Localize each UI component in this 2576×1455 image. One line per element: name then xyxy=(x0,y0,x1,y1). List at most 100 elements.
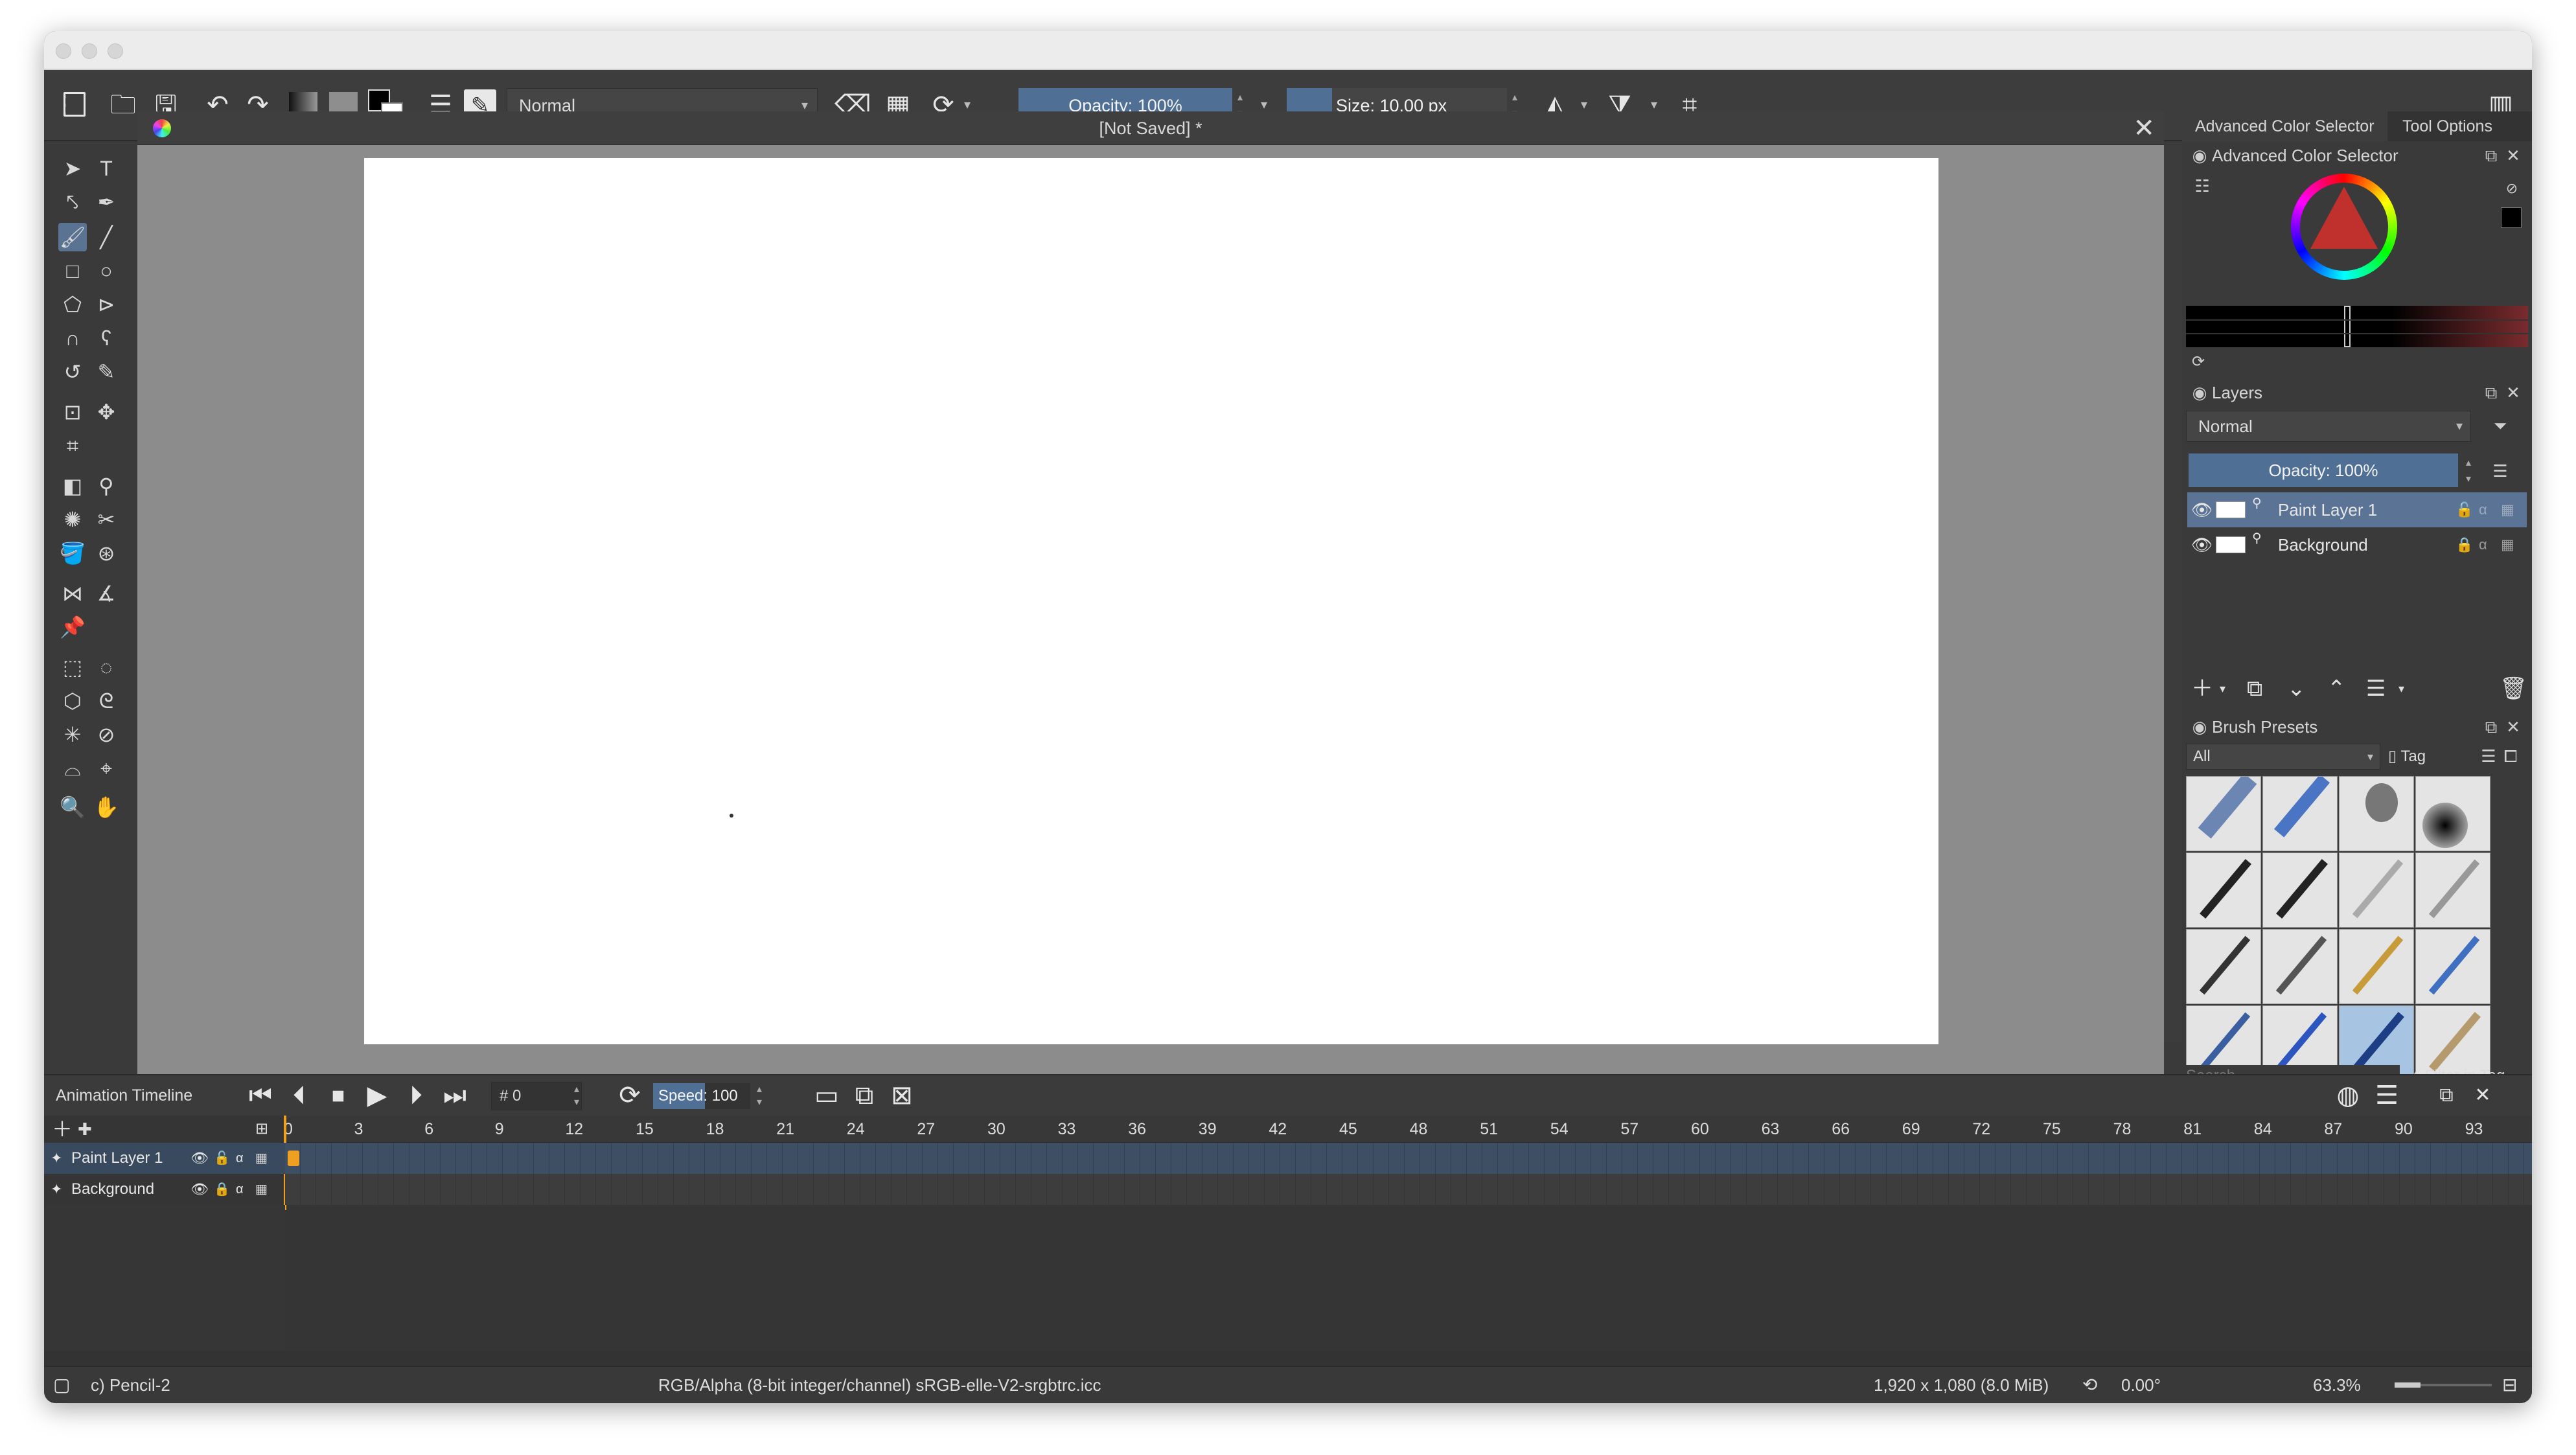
timeline-settings-icon[interactable]: ☰ xyxy=(2369,1077,2405,1114)
canvas-vertical-scrollbar[interactable] xyxy=(2164,145,2182,1042)
pan-tool-icon[interactable]: ✋ xyxy=(92,793,121,821)
duplicate-frame-icon[interactable]: ⧉ xyxy=(846,1077,882,1114)
polygonal-selection-icon[interactable]: ⬡ xyxy=(58,687,87,715)
timeline-horizontal-scrollbar[interactable] xyxy=(44,1351,2532,1367)
add-layer-icon[interactable]: ＋ xyxy=(52,1116,73,1143)
close-document-icon[interactable]: ✕ xyxy=(2133,111,2155,145)
minimize-window-button[interactable] xyxy=(82,43,97,59)
keyframe[interactable] xyxy=(288,1151,299,1166)
text-tool-icon[interactable]: T xyxy=(92,154,121,183)
lock-icon[interactable]: 🔒 xyxy=(214,1174,230,1205)
similar-color-selection-icon[interactable]: ⊘ xyxy=(92,720,121,749)
alpha-lock-icon[interactable]: ▦ xyxy=(255,1174,268,1205)
brush-preset-soft[interactable] xyxy=(2339,776,2414,851)
timeline-row-background[interactable]: ✦ Background 👁 🔒 α ▦ xyxy=(44,1174,285,1205)
select-shapes-icon[interactable]: ➤ xyxy=(58,154,87,183)
filter-icon[interactable]: ⏷ xyxy=(2490,416,2510,435)
assistant-tool-icon[interactable]: ⋈ xyxy=(58,579,87,608)
brush-preset-marker-1[interactable] xyxy=(2186,929,2261,1004)
layer-blend-mode-dropdown[interactable]: Normal ▾ xyxy=(2186,411,2471,442)
brush-preset-eraser[interactable] xyxy=(2186,776,2261,851)
drawing-canvas[interactable] xyxy=(364,158,1938,1044)
frame-number-field[interactable]: # 0 xyxy=(491,1082,582,1110)
refresh-icon[interactable]: ⟳ xyxy=(2189,352,2208,372)
layer-item-paint-layer-1[interactable]: 👁 ⚲ Paint Layer 1 🔓 α ▦ xyxy=(2187,492,2527,527)
layer-item-background[interactable]: 👁 ⚲ Background 🔒 α ▦ xyxy=(2187,527,2527,562)
document-tab[interactable]: [Not Saved] * ✕ xyxy=(137,111,2164,145)
brush-preset-pen-2[interactable] xyxy=(2262,853,2338,928)
new-document-icon[interactable] xyxy=(63,92,86,117)
fill-tool-icon[interactable]: 🪣 xyxy=(58,539,87,567)
duplicate-layer-icon[interactable]: ⧉ xyxy=(2247,672,2262,705)
brush-preset-ink[interactable] xyxy=(2415,776,2490,851)
view-options-icon[interactable]: ☰ xyxy=(2479,746,2498,766)
dynamic-brush-icon[interactable]: ↺ xyxy=(58,358,87,386)
rotation-icon[interactable]: ⟲ xyxy=(2082,1367,2097,1403)
open-folder-icon[interactable]: 🗀 xyxy=(105,87,141,123)
alpha-inherit-icon[interactable]: α xyxy=(2479,527,2487,562)
float-panel-icon[interactable]: ⧉ xyxy=(2428,1077,2465,1114)
remove-frame-icon[interactable]: ⊠ xyxy=(884,1077,920,1114)
panel-lock-icon[interactable]: ◉ xyxy=(2190,146,2209,165)
drop-frames-icon[interactable]: ⟳ xyxy=(612,1077,648,1114)
alpha-lock-icon[interactable]: ▦ xyxy=(255,1143,268,1174)
crop-tool-icon[interactable]: ⌗ xyxy=(58,431,87,460)
chevron-down-icon[interactable]: ▾ xyxy=(2220,672,2225,705)
rectangle-tool-icon[interactable]: □ xyxy=(58,257,87,285)
zoom-tool-icon[interactable]: 🔍 xyxy=(58,793,87,821)
current-color-swatch[interactable] xyxy=(2501,207,2522,228)
color-shade-bar[interactable] xyxy=(2186,306,2528,347)
freehand-selection-icon[interactable]: ᘓ xyxy=(92,687,121,715)
color-picker-icon[interactable]: ⚲ xyxy=(92,472,121,500)
tab-tool-options[interactable]: Tool Options xyxy=(2389,111,2505,141)
polygon-tool-icon[interactable]: ⬠ xyxy=(58,290,87,319)
visibility-eye-icon[interactable]: 👁 xyxy=(2191,492,2213,527)
panel-lock-icon[interactable]: ◉ xyxy=(2190,717,2209,737)
line-tool-icon[interactable]: ╱ xyxy=(92,223,121,251)
add-frame-icon[interactable]: ▭ xyxy=(809,1077,845,1114)
elliptical-selection-icon[interactable]: ◌ xyxy=(92,653,121,682)
playback-speed-field[interactable]: Speed: 100 % xyxy=(653,1083,750,1130)
alpha-inherit-icon[interactable]: α xyxy=(236,1143,244,1174)
panel-lock-icon[interactable]: ◉ xyxy=(2190,383,2209,402)
close-panel-icon[interactable]: ✕ xyxy=(2465,1077,2501,1114)
brush-tag-filter-dropdown[interactable]: All ▾ xyxy=(2186,744,2380,770)
move-tool-icon[interactable]: ✥ xyxy=(92,398,121,426)
saturation-value-triangle[interactable] xyxy=(2310,187,2378,249)
visibility-eye-icon[interactable]: 👁 xyxy=(190,1174,209,1205)
close-panel-icon[interactable]: ✕ xyxy=(2503,383,2523,402)
onion-skin-icon[interactable]: ◍ xyxy=(2330,1077,2366,1114)
ellipse-tool-icon[interactable]: ○ xyxy=(92,257,121,285)
frame-stepper[interactable]: ▴ ▾ xyxy=(570,1083,583,1109)
lock-icon[interactable]: 🔓 xyxy=(214,1143,230,1174)
brush-preset-pen-1[interactable] xyxy=(2186,853,2261,928)
brush-preset-marker-2[interactable] xyxy=(2262,929,2338,1004)
no-color-icon[interactable]: ⊘ xyxy=(2502,179,2522,198)
enclose-fill-icon[interactable]: ⊛ xyxy=(92,539,121,567)
timeline-row-paint-layer-1[interactable]: ✦ Paint Layer 1 👁 🔓 α ▦ xyxy=(44,1143,285,1174)
close-window-button[interactable] xyxy=(56,43,71,59)
tag-button[interactable]: ▯ Tag xyxy=(2388,744,2426,770)
edit-shapes-icon[interactable]: ⤣ xyxy=(58,188,87,216)
calligraphy-icon[interactable]: ✒ xyxy=(92,188,121,216)
timeline-frames-paint-layer-1[interactable] xyxy=(285,1143,2532,1174)
layer-properties-icon[interactable]: ☰ xyxy=(2366,672,2386,705)
bezier-tool-icon[interactable]: ∩ xyxy=(58,324,87,352)
bezier-selection-icon[interactable]: ⌓ xyxy=(58,754,87,783)
zoom-slider[interactable] xyxy=(2395,1382,2492,1388)
expand-icon[interactable]: ⧠ xyxy=(2501,746,2520,766)
close-panel-icon[interactable]: ✕ xyxy=(2503,146,2523,165)
reference-images-icon[interactable]: 📌 xyxy=(58,613,87,641)
brush-preview-icon[interactable]: ▢ xyxy=(53,1367,73,1403)
lock-icon[interactable]: 🔒 xyxy=(2455,527,2473,562)
visibility-eye-icon[interactable]: 👁 xyxy=(190,1143,209,1174)
delete-layer-icon[interactable]: 🗑 xyxy=(2500,672,2527,705)
colorize-mask-icon[interactable]: ✺ xyxy=(58,505,87,534)
rectangular-selection-icon[interactable]: ⬚ xyxy=(58,653,87,682)
freehand-brush-icon[interactable]: 🖌 xyxy=(58,223,87,251)
move-layer-up-icon[interactable]: ⌃ xyxy=(2327,672,2346,705)
smart-patch-icon[interactable]: ✂ xyxy=(92,505,121,534)
speed-stepper[interactable]: ▴ ▾ xyxy=(753,1083,766,1109)
chevron-down-icon[interactable]: ▾ xyxy=(2398,672,2404,705)
gradient-tool-icon[interactable]: ◧ xyxy=(58,472,87,500)
